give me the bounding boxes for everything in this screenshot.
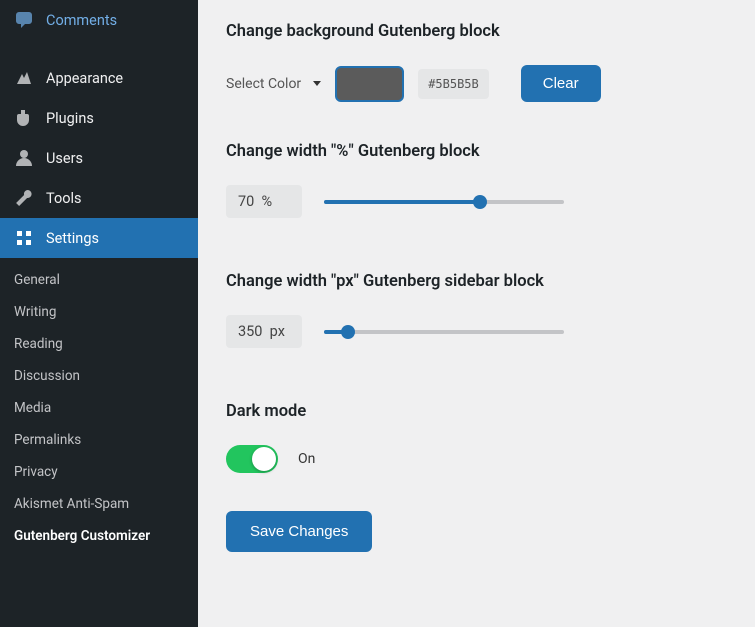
tools-icon (14, 188, 34, 208)
toggle-knob (252, 447, 276, 471)
comments-icon (14, 10, 34, 30)
sidebar-item-label: Appearance (46, 70, 123, 87)
sidebar-item-plugins[interactable]: Plugins (0, 98, 198, 138)
submenu-item-general[interactable]: General (0, 264, 198, 296)
section-title: Dark mode (226, 402, 727, 421)
select-color-dropdown[interactable]: Select Color (226, 76, 321, 92)
plugins-icon (14, 108, 34, 128)
width-px-value: 350 px (226, 315, 302, 348)
submenu-item-writing[interactable]: Writing (0, 296, 198, 328)
sidebar-item-tools[interactable]: Tools (0, 178, 198, 218)
hex-display: #5B5B5B (418, 69, 489, 99)
submenu-item-media[interactable]: Media (0, 392, 198, 424)
section-title: Change width "px" Gutenberg sidebar bloc… (226, 272, 727, 291)
submenu-item-permalinks[interactable]: Permalinks (0, 424, 198, 456)
sidebar-item-label: Plugins (46, 110, 94, 127)
submenu-item-akismet[interactable]: Akismet Anti-Spam (0, 488, 198, 520)
width-percent-value: 70 % (226, 185, 302, 218)
settings-icon (14, 228, 34, 248)
section-width-percent: Change width "%" Gutenberg block 70 % (226, 142, 727, 218)
width-percent-slider[interactable] (324, 200, 564, 204)
submenu-item-gutenberg-customizer[interactable]: Gutenberg Customizer (0, 520, 198, 552)
save-changes-button[interactable]: Save Changes (226, 511, 372, 552)
sidebar-item-comments[interactable]: Comments (0, 0, 198, 40)
section-background-color: Change background Gutenberg block Select… (226, 22, 727, 102)
sidebar-item-settings[interactable]: Settings (0, 218, 198, 258)
sidebar-item-label: Comments (46, 12, 117, 29)
dark-mode-toggle[interactable] (226, 445, 278, 473)
sidebar-item-users[interactable]: Users (0, 138, 198, 178)
sidebar-item-label: Users (46, 150, 83, 167)
sidebar-item-appearance[interactable]: Appearance (0, 58, 198, 98)
section-dark-mode: Dark mode On (226, 402, 727, 473)
sidebar-item-label: Tools (46, 190, 82, 207)
width-px-slider[interactable] (324, 330, 564, 334)
chevron-down-icon (313, 81, 321, 86)
main-content: Change background Gutenberg block Select… (198, 0, 755, 627)
section-width-px: Change width "px" Gutenberg sidebar bloc… (226, 272, 727, 348)
section-title: Change width "%" Gutenberg block (226, 142, 727, 161)
admin-sidebar: Comments Appearance Plugins Users Tools … (0, 0, 198, 627)
users-icon (14, 148, 34, 168)
sidebar-item-label: Settings (46, 230, 99, 247)
submenu-item-reading[interactable]: Reading (0, 328, 198, 360)
slider-thumb[interactable] (341, 325, 355, 339)
color-swatch[interactable] (335, 66, 404, 102)
submenu-item-privacy[interactable]: Privacy (0, 456, 198, 488)
clear-button[interactable]: Clear (521, 65, 601, 102)
dark-mode-state-label: On (298, 451, 315, 467)
slider-thumb[interactable] (473, 195, 487, 209)
appearance-icon (14, 68, 34, 88)
submenu-item-discussion[interactable]: Discussion (0, 360, 198, 392)
section-title: Change background Gutenberg block (226, 22, 727, 41)
